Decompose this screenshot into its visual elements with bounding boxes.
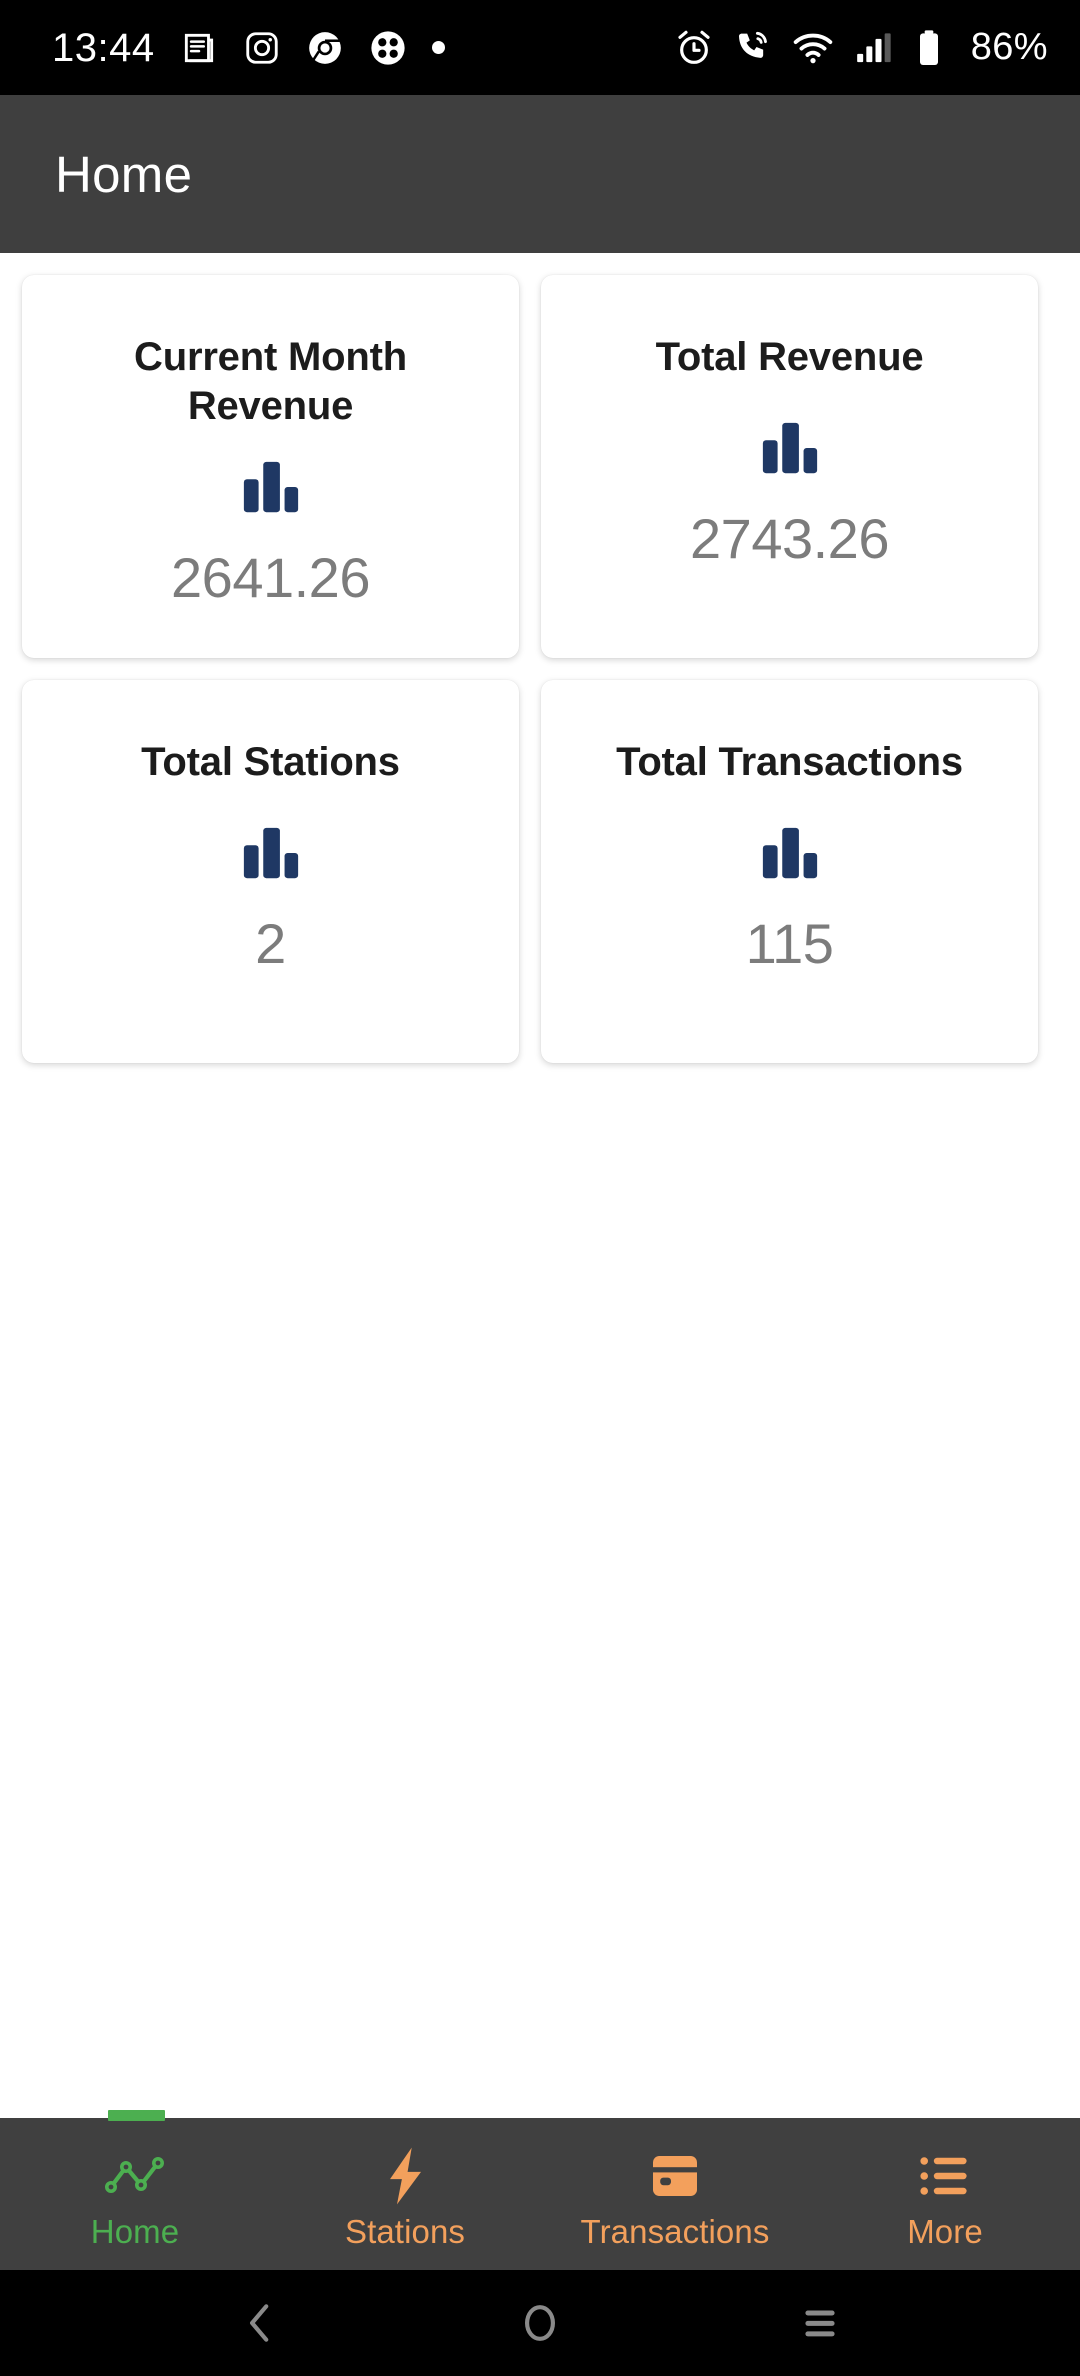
bar-chart-icon <box>759 823 821 888</box>
stat-card-value: 2641.26 <box>171 545 370 609</box>
lightning-bolt-icon <box>381 2147 429 2205</box>
stat-card-value: 115 <box>745 911 834 975</box>
signal-icon <box>856 32 891 62</box>
back-button[interactable] <box>200 2270 320 2376</box>
tab-home[interactable]: Home <box>0 2118 270 2270</box>
tab-label: More <box>907 2212 983 2250</box>
bar-chart-icon <box>240 823 302 888</box>
chrome-icon <box>308 31 341 64</box>
instagram-icon <box>245 31 278 64</box>
tab-label: Home <box>90 2212 180 2250</box>
list-icon <box>919 2147 971 2205</box>
stat-card-current-month-revenue[interactable]: Current Month Revenue 2641.26 <box>22 275 519 658</box>
line-chart-icon <box>105 2147 165 2205</box>
recents-button[interactable] <box>760 2270 880 2376</box>
back-icon <box>250 2304 269 2342</box>
alarm-icon <box>678 30 710 64</box>
stat-card-title: Total Stations <box>141 740 400 784</box>
stat-card-title: Current Month Revenue <box>134 335 407 428</box>
system-navigation-bar <box>0 2270 1080 2376</box>
tab-transactions[interactable]: Transactions <box>540 2118 810 2270</box>
wifi-icon <box>793 33 832 63</box>
phone-screen: 13:44 86% Home Current Month Revenue 264… <box>0 0 1080 2376</box>
bottom-tab-bar: Home Stations Transactions More <box>0 2110 1080 2270</box>
stat-card-value: 2 <box>255 911 286 975</box>
bar-chart-icon <box>759 418 821 483</box>
status-bar: 13:44 86% <box>0 0 1080 95</box>
stat-card-title: Total Transactions <box>616 740 963 784</box>
call-wifi-icon <box>738 31 767 58</box>
clover-icon <box>370 30 405 65</box>
stat-card-total-revenue[interactable]: Total Revenue 2743.26 <box>541 275 1038 658</box>
dashboard-content: Current Month Revenue 2641.26 Total Reve… <box>0 253 1080 2118</box>
home-circle-icon <box>525 2305 555 2341</box>
battery-icon <box>919 29 938 65</box>
home-button[interactable] <box>480 2270 600 2376</box>
status-bar-clock: 13:44 <box>52 25 155 70</box>
tab-more[interactable]: More <box>810 2118 1080 2270</box>
dot-icon <box>431 41 445 54</box>
recents-icon <box>805 2310 835 2337</box>
battery-percentage: 86% <box>970 26 1048 68</box>
page-title: Home <box>55 145 193 203</box>
stat-card-total-transactions[interactable]: Total Transactions 115 <box>541 680 1038 1063</box>
tab-label: Transactions <box>580 2212 770 2250</box>
bar-chart-icon <box>240 457 302 522</box>
credit-card-icon <box>649 2147 701 2205</box>
active-tab-indicator <box>108 2110 165 2121</box>
tab-stations[interactable]: Stations <box>270 2118 540 2270</box>
stat-card-total-stations[interactable]: Total Stations 2 <box>22 680 519 1063</box>
tab-label: Stations <box>344 2212 466 2250</box>
status-bar-right: 86% <box>674 26 1048 69</box>
status-bar-left: 13:44 <box>52 28 445 68</box>
news-icon <box>184 33 213 62</box>
app-bar: Home <box>0 95 1080 253</box>
stat-card-title: Total Revenue <box>655 335 924 379</box>
stat-card-value: 2743.26 <box>690 506 889 570</box>
dashboard-card-grid: Current Month Revenue 2641.26 Total Reve… <box>22 275 1058 1063</box>
